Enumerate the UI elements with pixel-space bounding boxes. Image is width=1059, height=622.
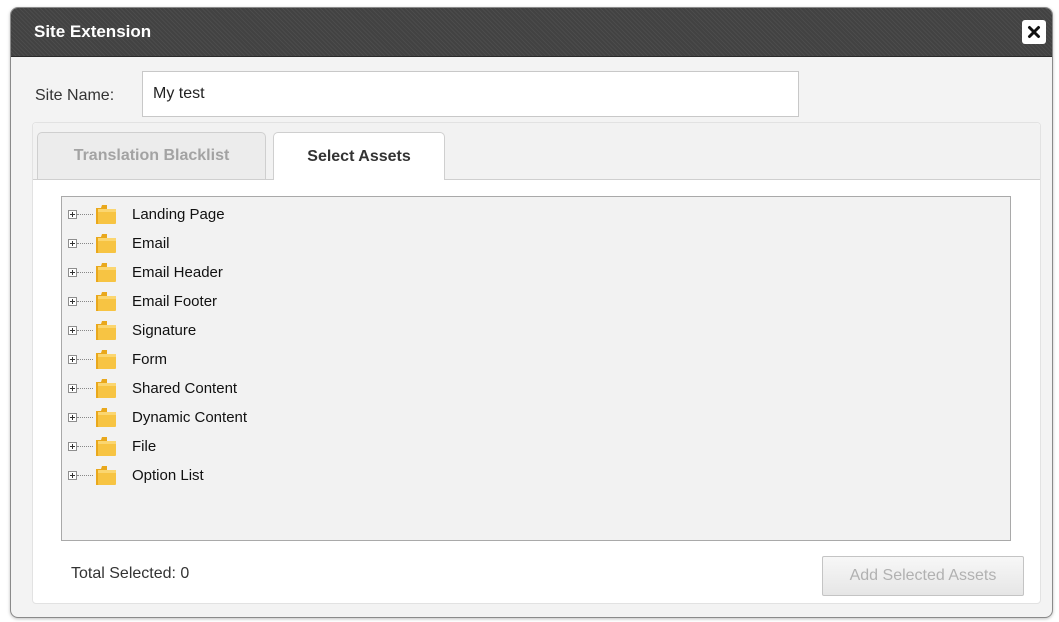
folder-icon [95,378,117,399]
expand-icon[interactable] [68,210,77,219]
tree-item[interactable]: Email [62,229,1010,258]
tree-item-label: Dynamic Content [132,409,248,426]
tree-item[interactable]: Email Header [62,258,1010,287]
site-extension-dialog: Site Extension Site Name: Translation Bl… [10,7,1053,618]
folder-icon [95,291,117,312]
tree-item-label: Email Header [132,264,223,281]
dialog-title: Site Extension [34,22,152,41]
asset-tree[interactable]: Landing Page Email Email Header Email Foote… [61,196,1011,541]
tree-item[interactable]: Email Footer [62,287,1010,316]
folder-icon [95,407,117,428]
tree-item-label: Option List [132,467,204,484]
expand-icon[interactable] [68,413,77,422]
tree-item-label: File [132,438,157,455]
folder-icon [95,320,117,341]
folder-icon [95,465,117,486]
expand-icon[interactable] [68,326,77,335]
folder-icon [95,204,117,225]
expand-icon[interactable] [68,268,77,277]
tree-item-label: Landing Page [132,206,225,223]
tree-item[interactable]: Option List [62,461,1010,490]
tab-select-assets[interactable]: Select Assets [273,132,445,180]
expand-icon[interactable] [68,442,77,451]
tree-item-label: Shared Content [132,380,238,397]
close-icon [1028,26,1040,38]
expand-icon[interactable] [68,355,77,364]
tree-item[interactable]: Signature [62,316,1010,345]
tree-item-label: Signature [132,322,197,339]
close-button[interactable] [1022,20,1046,44]
folder-icon [95,262,117,283]
tree-item[interactable]: Landing Page [62,200,1010,229]
tree-connector [77,446,93,447]
tree-connector [77,243,93,244]
folder-icon [95,436,117,457]
expand-icon[interactable] [68,471,77,480]
dialog-titlebar[interactable]: Site Extension [11,8,1052,57]
expand-icon[interactable] [68,239,77,248]
tree-connector [77,272,93,273]
tree-connector [77,475,93,476]
folder-icon [95,233,117,254]
tree-connector [77,301,93,302]
expand-icon[interactable] [68,297,77,306]
add-selected-assets-button[interactable]: Add Selected Assets [822,556,1024,596]
tree-connector [77,214,93,215]
tree-item-label: Email Footer [132,293,218,310]
site-name-label: Site Name: [35,87,115,104]
tree-connector [77,359,93,360]
assets-panel: Translation Blacklist Select Assets Land… [32,122,1041,604]
tree-item[interactable]: Shared Content [62,374,1010,403]
tree-item-label: Form [132,351,167,368]
tree-item[interactable]: Dynamic Content [62,403,1010,432]
tree-connector [77,417,93,418]
site-name-input[interactable] [142,71,799,117]
tab-translation-blacklist[interactable]: Translation Blacklist [37,132,266,179]
tab-strip: Translation Blacklist Select Assets [33,123,1040,180]
expand-icon[interactable] [68,384,77,393]
folder-icon [95,349,117,370]
tree-item[interactable]: File [62,432,1010,461]
total-selected-text: Total Selected: 0 [71,565,190,582]
tree-connector [77,388,93,389]
tree-item[interactable]: Form [62,345,1010,374]
tree-item-label: Email [132,235,170,252]
tree-connector [77,330,93,331]
